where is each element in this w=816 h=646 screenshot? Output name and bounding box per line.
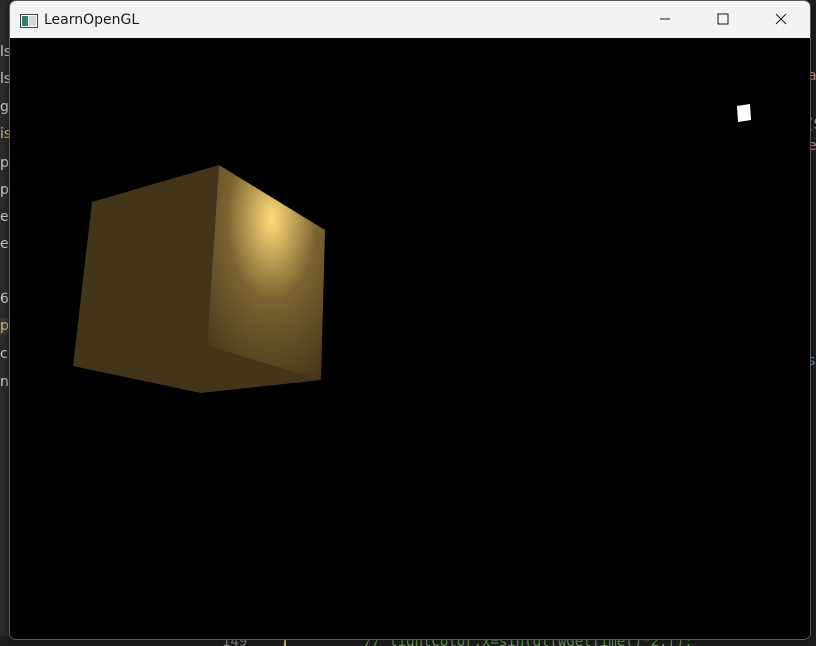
editor-fragment: p [0, 155, 9, 171]
rendered-scene [73, 104, 751, 393]
desktop-background: ls ls g is p p e e 6. p cp np a (S e s 1… [0, 0, 816, 646]
light-source-cube [737, 104, 751, 122]
window-title: LearnOpenGL [44, 11, 140, 28]
opengl-window-icon [20, 13, 38, 28]
caption-buttons [636, 1, 810, 38]
editor-fragment: e [0, 236, 9, 252]
title-bar[interactable]: LearnOpenGL [10, 1, 810, 38]
maximize-button[interactable] [694, 1, 752, 38]
editor-fragment: p [0, 182, 9, 198]
minimize-icon [659, 10, 671, 29]
maximize-icon [717, 10, 729, 29]
cube-lit-face [207, 165, 325, 380]
minimize-button[interactable] [636, 1, 694, 38]
learnopengl-window[interactable]: LearnOpenGL [9, 0, 811, 640]
editor-fragment: e [0, 209, 9, 225]
editor-fragment: g [0, 99, 9, 115]
opengl-viewport[interactable] [10, 38, 810, 639]
close-icon [775, 10, 787, 29]
close-button[interactable] [752, 1, 810, 38]
